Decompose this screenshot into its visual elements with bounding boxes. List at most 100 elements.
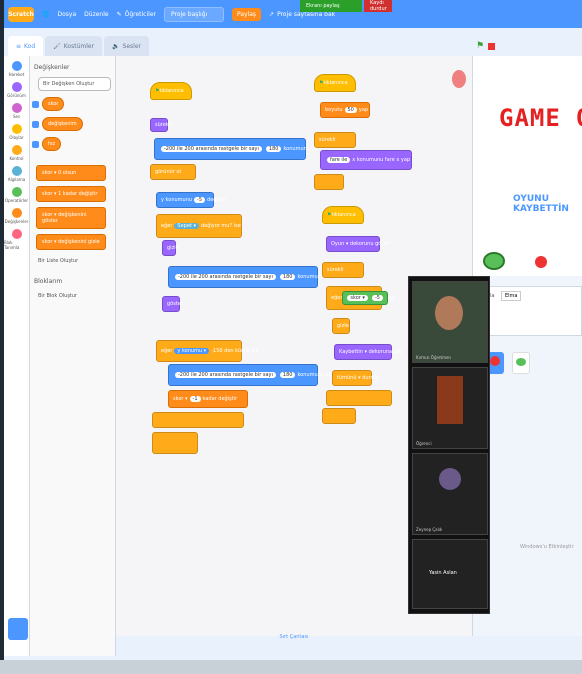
forever-block-3[interactable]: sürekli bbox=[322, 262, 364, 278]
var-row[interactable]: hız bbox=[32, 137, 115, 151]
block-input[interactable]: fare ile bbox=[327, 157, 351, 163]
category-item[interactable]: Olaylar bbox=[4, 124, 29, 140]
block-input[interactable]: -1 bbox=[189, 396, 201, 402]
menu-edit[interactable]: Düzenle bbox=[84, 11, 108, 18]
block-input[interactable]: -5 bbox=[371, 295, 383, 301]
scratch-logo[interactable]: Scratch bbox=[8, 6, 34, 22]
tab-code[interactable]: ≡ Kod bbox=[8, 36, 44, 56]
add-extension-button[interactable] bbox=[8, 618, 28, 640]
block-input[interactable]: skor ▾ bbox=[347, 295, 368, 301]
share-button[interactable]: Paylaş bbox=[231, 7, 262, 21]
category-item[interactable]: Değişkenler bbox=[4, 208, 29, 224]
block-input[interactable]: -200 ile 200 arasında rastgele bir sayı bbox=[175, 274, 276, 280]
globe-icon[interactable]: 🌐 bbox=[42, 11, 49, 18]
backpack-bar[interactable]: Sırt Çantası bbox=[116, 630, 472, 644]
hide-block[interactable]: gizle bbox=[162, 240, 179, 256]
zoom-share-indicator[interactable]: Ekranı paylaş bbox=[300, 0, 362, 12]
var-row[interactable]: değişkenim bbox=[32, 117, 115, 131]
forever-end-block-2[interactable] bbox=[314, 174, 344, 190]
show-block-2[interactable]: göster bbox=[162, 296, 183, 312]
basket-icon bbox=[516, 358, 526, 366]
sprite-thumb-basket[interactable] bbox=[512, 352, 530, 374]
category-item[interactable]: Görünüm bbox=[4, 82, 29, 98]
block-text: göster bbox=[167, 301, 183, 307]
category-item[interactable]: Kontrol bbox=[4, 145, 29, 161]
forever-block[interactable]: sürekli bbox=[150, 118, 171, 132]
category-item[interactable]: Blok Tanımla bbox=[4, 229, 29, 250]
block-input[interactable]: 180 bbox=[279, 372, 296, 378]
hide-block-3[interactable]: gizle bbox=[332, 318, 350, 334]
menu-file[interactable]: Dosya bbox=[57, 11, 76, 18]
set-var-block[interactable]: skor ▾ 0 olsun bbox=[36, 165, 106, 181]
set-size-block[interactable]: boyutu 50 yap bbox=[320, 102, 370, 118]
block-input[interactable]: 50 bbox=[344, 107, 357, 113]
change-var-block[interactable]: skor ▾ 1 kadar değiştir bbox=[36, 186, 106, 202]
show-block[interactable]: görünür ol bbox=[150, 164, 196, 180]
sprite-name-input[interactable]: Elma bbox=[501, 291, 522, 301]
video-tile[interactable]: Zeynep Çalık bbox=[412, 453, 488, 535]
forever-end-block-3[interactable] bbox=[322, 408, 356, 424]
variable-reporter[interactable]: değişkenim bbox=[42, 117, 83, 131]
block-input[interactable]: Sepet ▾ bbox=[174, 223, 199, 229]
block-text: tümünü ▾ durdur bbox=[337, 375, 379, 381]
checkbox[interactable] bbox=[32, 120, 39, 128]
goto-random-block-3[interactable]: -200 ile 200 arasında rastgele bir sayı 1… bbox=[168, 364, 332, 386]
when-flag-block-2[interactable]: ⚑ tıklanınca bbox=[314, 74, 356, 92]
stage[interactable]: GAME OVER OYUNU KAYBETTİN bbox=[472, 56, 582, 276]
tab-sounds[interactable]: 🔈 Sesler bbox=[104, 36, 149, 56]
avatar bbox=[439, 468, 461, 490]
video-tile[interactable]: Kırmızı Öğretmen bbox=[412, 281, 488, 363]
checkbox[interactable] bbox=[32, 140, 39, 148]
if-end-block-3[interactable] bbox=[326, 390, 392, 406]
forever-block-2[interactable]: sürekli bbox=[314, 132, 356, 148]
make-variable-button[interactable]: Bir Değişken Oluştur bbox=[38, 77, 111, 91]
goto-random-block-2[interactable]: -200 ile 200 arasında rastgele bir sayı 1… bbox=[168, 266, 332, 288]
change-score-block[interactable]: skor ▾ -1 kadar değiştir bbox=[168, 390, 248, 408]
forever-end-block[interactable] bbox=[152, 432, 198, 454]
show-var-block[interactable]: skor ▾ değişkenini göster bbox=[36, 207, 106, 229]
switch-backdrop-lost-block[interactable]: Kaybettin ▾ dekoruna geç bbox=[334, 344, 403, 360]
tab-costumes[interactable]: 🖌 Kostümler bbox=[45, 36, 103, 56]
if-touching-block[interactable]: eğer Sepet ▾ değiyor mu? ise bbox=[156, 214, 242, 238]
when-flag-block[interactable]: ⚑ tıklanınca bbox=[150, 82, 192, 100]
when-flag-block-3[interactable]: ⚑ tıklanınca bbox=[322, 206, 364, 224]
category-label: Görünüm bbox=[7, 93, 26, 98]
if-score-block[interactable]: eğer skor ▾ -5 ise bbox=[326, 286, 395, 310]
if-end-block[interactable] bbox=[152, 412, 244, 428]
block-input[interactable]: y konumu ▾ bbox=[174, 348, 210, 354]
make-block-button[interactable]: Bir Blok Oluştur bbox=[38, 293, 115, 299]
hide-var-block[interactable]: skor ▾ değişkenini gizle bbox=[36, 234, 106, 250]
block-input[interactable]: -200 ile 200 arasında rastgele bir sayı bbox=[161, 146, 262, 152]
stop-icon[interactable] bbox=[488, 42, 496, 50]
switch-backdrop-block[interactable]: Oyun ▾ dekorunu göster bbox=[326, 236, 391, 252]
category-menu: Hareket Görünüm Ses Olaylar Kontrol Algılama O… bbox=[4, 56, 30, 656]
zoom-stop-button[interactable]: Kaydı durdur bbox=[364, 0, 392, 12]
equals-operator[interactable]: skor ▾ -5 bbox=[342, 291, 388, 305]
video-tile[interactable]: Öğrenci bbox=[412, 367, 488, 449]
menu-tutorials[interactable]: ✎ Öğreticiler bbox=[117, 11, 156, 18]
set-x-block[interactable]: fare ile x konumunu fare x yap bbox=[320, 150, 412, 170]
block-input[interactable]: -200 ile 200 arasında rastgele bir sayı bbox=[175, 372, 276, 378]
category-item[interactable]: Ses bbox=[4, 103, 29, 119]
category-dot-icon bbox=[11, 166, 22, 176]
block-input[interactable]: 180 bbox=[265, 146, 282, 152]
block-text: kadar değiştir bbox=[202, 396, 238, 402]
change-y-block[interactable]: y konumunu -5 değiştir bbox=[156, 192, 226, 208]
category-item[interactable]: Hareket bbox=[4, 61, 29, 77]
category-dot-icon bbox=[11, 124, 22, 134]
project-title-input[interactable]: Proje başlığı bbox=[163, 6, 224, 22]
checkbox[interactable] bbox=[32, 100, 39, 108]
block-input[interactable]: -5 bbox=[194, 197, 206, 203]
category-item[interactable]: Algılama bbox=[4, 166, 29, 182]
stop-all-block[interactable]: tümünü ▾ durdur bbox=[332, 370, 379, 386]
var-row[interactable]: skor bbox=[32, 97, 115, 111]
block-text: Oyun ▾ dekorunu göster bbox=[331, 241, 392, 247]
goto-random-block[interactable]: -200 ile 200 arasında rastgele bir sayı 1… bbox=[154, 138, 318, 160]
category-item[interactable]: Operatörler bbox=[4, 187, 29, 203]
video-tile[interactable]: Yasin Aslan bbox=[412, 539, 488, 609]
variable-reporter[interactable]: hız bbox=[42, 137, 62, 151]
if-y-block[interactable]: eğer y konumu ▾ -150 den küçük ise bbox=[156, 340, 259, 362]
variable-reporter[interactable]: skor bbox=[42, 97, 65, 111]
block-input[interactable]: 180 bbox=[279, 274, 296, 280]
green-flag-icon[interactable]: ⚑ bbox=[476, 41, 484, 51]
